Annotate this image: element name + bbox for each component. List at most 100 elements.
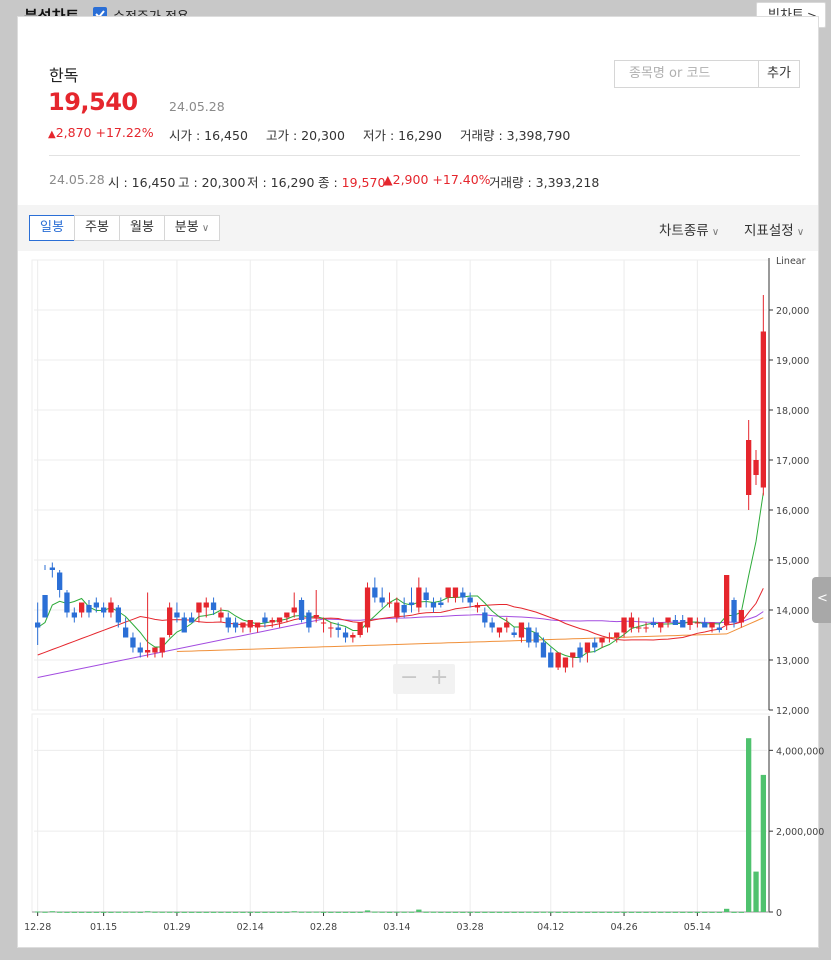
candle-body: [452, 587, 459, 598]
side-panel-handle[interactable]: <: [812, 577, 831, 623]
candle-body: [702, 622, 708, 628]
volume-bar: [86, 911, 92, 913]
volume-bar: [42, 911, 48, 913]
volume-bar: [562, 911, 569, 913]
candle-body: [636, 627, 642, 629]
candle-body: [760, 331, 766, 488]
volume-bar: [35, 911, 41, 913]
candle-body: [298, 600, 305, 620]
volume-bar: [159, 911, 165, 913]
candle-body: [489, 622, 495, 628]
scale-label: Linear: [776, 256, 806, 267]
volume-bar: [636, 911, 642, 913]
zoom-out-icon[interactable]: −: [400, 665, 418, 690]
volume-bar: [225, 911, 231, 913]
candle-body: [753, 460, 759, 475]
volume-bar: [460, 911, 466, 913]
volume-bar: [540, 911, 547, 913]
candle-body: [408, 602, 415, 605]
volume-bar: [430, 911, 437, 913]
volume-bar: [606, 911, 613, 913]
candle-body: [416, 587, 422, 608]
volume-bar: [467, 911, 473, 913]
volume-bar: [702, 911, 708, 913]
candle-body: [189, 617, 195, 623]
candle-body: [115, 607, 121, 623]
volume-bar: [592, 911, 598, 913]
candle-body: [460, 592, 466, 598]
volume-bar: [189, 911, 195, 913]
price-tick-label: 13,000: [776, 656, 809, 667]
zoom-in-icon[interactable]: +: [430, 665, 448, 690]
volume-bar: [577, 911, 583, 913]
volume-bar: [284, 911, 290, 913]
volume-bar: [731, 911, 737, 913]
x-tick-label: 01.15: [90, 922, 117, 933]
x-tick-label: 02.28: [310, 922, 337, 933]
volume-bar: [694, 911, 700, 913]
candle-body: [423, 592, 429, 600]
candle-body: [577, 647, 583, 658]
candle-body: [548, 652, 554, 668]
price-tick-label: 14,000: [776, 606, 809, 617]
candle-body: [64, 592, 70, 613]
volume-bar: [108, 911, 114, 913]
ma20-line: [37, 588, 764, 656]
volume-bar: [196, 911, 202, 913]
candle-body: [482, 612, 488, 623]
volume-bar: [643, 911, 649, 913]
volume-bar: [342, 911, 349, 913]
candle-body: [643, 627, 649, 629]
volume-bar: [416, 909, 422, 912]
candle-body: [93, 602, 99, 608]
stock-chart[interactable]: 20,000 19,000 18,000 17,000 16,000 15,000 14,0…: [0, 0, 831, 960]
candle-body: [746, 440, 752, 495]
zoom-control[interactable]: − +: [393, 664, 455, 694]
volume-bar: [614, 911, 620, 913]
candle-body: [738, 610, 744, 623]
volume-bar: [254, 911, 261, 913]
volume-bar: [130, 911, 136, 913]
candle-body: [247, 620, 253, 628]
volume-bar: [372, 911, 378, 913]
volume-bar: [240, 911, 246, 913]
volume-bar: [181, 911, 187, 913]
volume-bar: [123, 911, 129, 913]
candle-body: [724, 575, 730, 625]
volume-bar: [665, 911, 671, 913]
volume-bar: [518, 911, 525, 913]
x-tick-label: 03.28: [457, 922, 484, 933]
candle-body: [123, 627, 129, 638]
candle-body: [687, 617, 693, 625]
volume-bar: [672, 911, 678, 913]
candle-body: [145, 650, 151, 653]
candle-body: [71, 612, 77, 618]
candle-body: [504, 622, 510, 628]
volume-bar: [533, 911, 539, 913]
volume-bar: [247, 911, 253, 913]
candle-body: [511, 632, 517, 635]
volume-bar: [489, 911, 495, 913]
volume-bar: [445, 911, 451, 913]
x-tick-label: 02.14: [237, 922, 264, 933]
volume-bar: [298, 911, 305, 913]
candle-body: [152, 647, 158, 653]
candle-body: [130, 637, 136, 648]
volume-bar: [760, 774, 766, 912]
volume-bar: [291, 911, 297, 913]
price-tick-label: 15,000: [776, 556, 809, 567]
candle-body: [592, 642, 598, 648]
x-tick-label: 01.29: [163, 922, 190, 933]
volume-bar: [210, 911, 217, 913]
x-tick-label: 12.28: [24, 922, 51, 933]
candle-body: [240, 622, 246, 628]
candle-body: [621, 617, 627, 633]
candle-body: [731, 600, 737, 623]
volume-tick-label: 0: [776, 908, 782, 919]
volume-bar: [452, 911, 459, 913]
volume-bar: [482, 911, 488, 913]
volume-bar: [738, 911, 744, 913]
candle-body: [650, 622, 656, 625]
candle-body: [313, 615, 319, 618]
volume-bar: [394, 911, 400, 913]
